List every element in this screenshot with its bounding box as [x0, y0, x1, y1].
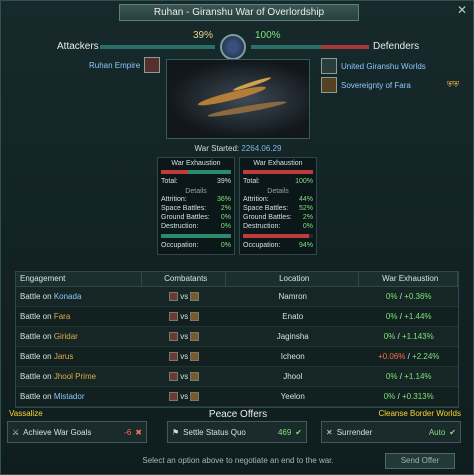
location-cell: Enato: [282, 312, 304, 321]
location-cell: Icheon: [280, 352, 305, 361]
exhaustion-bar: [243, 170, 313, 174]
engagement-cell: Battle on Giridar: [20, 332, 78, 341]
col-war-exhaustion: War Exhaustion: [359, 272, 458, 286]
col-location: Location: [226, 272, 360, 286]
exhaustion-cell: 0% / +1.143%: [383, 332, 434, 341]
send-offer-button[interactable]: Send Offer: [385, 453, 455, 469]
ruhan-empire-icon: [144, 57, 161, 73]
exhaustion-cell: +0.06% / +2.24%: [378, 352, 440, 361]
attacker-icon: [169, 312, 179, 322]
location-cell: Yeelon: [280, 392, 305, 401]
offer-label: Surrender: [336, 427, 373, 437]
combatants-cell: vs: [142, 292, 226, 302]
surrender-icon: ✕: [326, 427, 333, 437]
combatants-cell: vs: [142, 352, 226, 362]
defenders-bar-a: [251, 45, 321, 49]
attackers-percent: 39%: [193, 30, 214, 41]
defender-icon: [190, 292, 200, 302]
occupation-bar: [243, 234, 313, 238]
defender-faction-1[interactable]: United Giranshu Worlds: [321, 58, 426, 74]
exhaustion-title: War Exhaustion: [253, 160, 303, 167]
attackers-label: Attackers: [57, 41, 99, 52]
occupation-bar: [161, 234, 231, 238]
exhaustion-cell: 0% / +0.313%: [383, 392, 434, 401]
location-cell: Jaginsha: [276, 332, 309, 341]
giranshu-icon: [321, 58, 337, 74]
defender-faction-name: Sovereignty of Fara: [341, 80, 411, 90]
engagement-cell: Battle on Jarus: [20, 352, 74, 361]
exhaustion-cell: 0% / +1.44%: [385, 312, 432, 321]
attacker-faction-name: Ruhan Empire: [89, 60, 141, 70]
defender-faction-name: United Giranshu Worlds: [341, 61, 426, 71]
combatants-cell: vs: [142, 332, 226, 342]
attackers-bar: [100, 45, 215, 49]
offer-settle-status-quo[interactable]: ⚑ Settle Status Quo 469 ✔: [167, 421, 307, 443]
offer-label: Settle Status Quo: [183, 427, 246, 437]
shield-icons: ⛨⛨: [447, 80, 459, 89]
defender-icon: [190, 372, 200, 382]
exhaustion-title: War Exhaustion: [171, 160, 221, 167]
location-cell: Namron: [278, 292, 307, 301]
table-header: Engagement Combatants Location War Exhau…: [16, 272, 458, 287]
combatants-cell: vs: [142, 312, 226, 322]
defenders-label: Defenders: [373, 41, 420, 52]
exhaustion-cell: 0% / +1.14%: [385, 372, 432, 381]
offer-cost: Auto: [428, 427, 446, 437]
x-icon: ✖: [135, 427, 142, 437]
defender-icon: [190, 312, 200, 322]
attacker-icon: [169, 352, 179, 362]
table-row[interactable]: Battle on Jarus vs Icheon +0.06% / +2.24%: [16, 347, 458, 367]
fara-icon: [321, 77, 337, 93]
war-emblem-icon: [220, 34, 246, 60]
table-row[interactable]: Battle on Giridar vs Jaginsha 0% / +1.143…: [16, 327, 458, 347]
table-row[interactable]: Battle on Fara vs Enato 0% / +1.44%: [16, 307, 458, 327]
exhaustion-panel-attackers: War Exhaustion Total: 39% Details Attriti…: [157, 157, 235, 255]
table-row[interactable]: Battle on Jhool Prime vs Jhool 0% / +1.14…: [16, 367, 458, 387]
cleanse-label: Cleanse Border Worlds: [378, 409, 461, 418]
table-row[interactable]: Battle on Mistador vs Yeelon 0% / +0.313%: [16, 387, 458, 407]
attacker-icon: [169, 292, 179, 302]
war-window: Ruhan - Giranshu War of Overlordship ✕ A…: [0, 0, 474, 475]
engagements-table[interactable]: Engagement Combatants Location War Exhau…: [15, 271, 459, 408]
check-icon: ✔: [295, 427, 302, 437]
engagement-cell: Battle on Mistador: [20, 392, 85, 401]
combatants-cell: vs: [142, 392, 226, 402]
attacker-faction[interactable]: Ruhan Empire: [89, 57, 161, 73]
defender-icon: [190, 392, 200, 402]
war-fleet-image: [166, 59, 310, 139]
exhaustion-bar: [161, 170, 231, 174]
location-cell: Jhool: [283, 372, 303, 381]
exhaustion-cell: 0% / +0.36%: [385, 292, 432, 301]
offer-achieve-war-goals[interactable]: ⚔ Achieve War Goals -6 ✖: [7, 421, 147, 443]
status-quo-icon: ⚑: [172, 427, 180, 437]
defenders-percent: 100%: [255, 30, 281, 41]
engagement-cell: Battle on Fara: [20, 312, 71, 321]
war-goals-icon: ⚔: [12, 427, 20, 437]
attacker-icon: [169, 372, 179, 382]
engagement-cell: Battle on Konada: [20, 292, 82, 301]
check-icon: ✔: [449, 427, 456, 437]
attacker-icon: [169, 332, 179, 342]
close-icon[interactable]: ✕: [455, 3, 469, 17]
col-engagement: Engagement: [16, 272, 143, 286]
table-row[interactable]: Battle on Konada vs Namron 0% / +0.36%: [16, 287, 458, 307]
war-started: War Started: 2264.06.29: [194, 144, 282, 153]
defender-icon: [190, 352, 200, 362]
offer-surrender[interactable]: ✕ Surrender Auto ✔: [321, 421, 461, 443]
offer-label: Achieve War Goals: [23, 427, 92, 437]
window-title: Ruhan - Giranshu War of Overlordship: [119, 4, 359, 21]
combatants-cell: vs: [142, 372, 226, 382]
defender-icon: [190, 332, 200, 342]
col-combatants: Combatants: [142, 272, 227, 286]
defenders-bar-b: [321, 45, 369, 49]
defender-faction-2[interactable]: Sovereignty of Fara: [321, 77, 411, 93]
exhaustion-panel-defenders: War Exhaustion Total: 100% Details Attrit…: [239, 157, 317, 255]
offer-cost: 469: [277, 427, 292, 437]
attacker-icon: [169, 392, 179, 402]
engagement-cell: Battle on Jhool Prime: [20, 372, 97, 381]
offer-cost: -6: [124, 427, 132, 437]
